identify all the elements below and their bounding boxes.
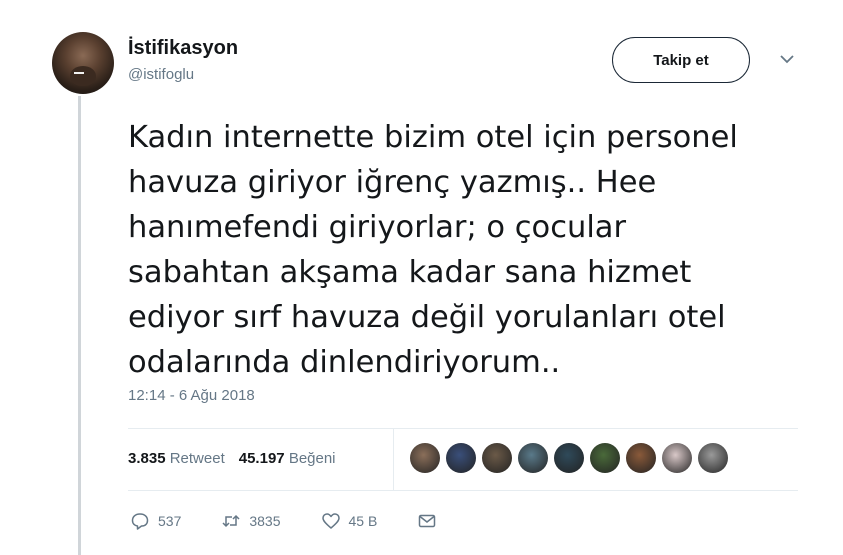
message-icon	[419, 514, 436, 528]
stats-separator	[393, 428, 394, 490]
liker-avatar[interactable]	[626, 443, 656, 473]
divider	[128, 428, 798, 429]
retweet-stat-label: Retweet	[169, 450, 225, 467]
tweet-text: Kadın internette bizim otel için persone…	[128, 115, 808, 385]
tweet-text-line: odalarında dinlendiriyorum..	[128, 345, 561, 380]
message-button[interactable]	[417, 511, 437, 531]
retweet-icon	[222, 514, 240, 528]
liker-avatar[interactable]	[518, 443, 548, 473]
like-stat[interactable]: 45.197 Beğeni	[239, 450, 336, 467]
liker-avatar[interactable]	[698, 443, 728, 473]
divider	[128, 490, 798, 491]
tweet-text-line: havuza giriyor iğrenç yazmış.. Hee	[128, 165, 657, 200]
tweet-text-line: Kadın internette bizim otel için persone…	[128, 120, 738, 155]
thread-line	[78, 96, 81, 555]
liker-avatars	[410, 443, 728, 473]
action-bar: 537 3835 45 B	[130, 511, 477, 531]
retweet-button[interactable]: 3835	[221, 511, 281, 531]
retweet-count: 3835	[249, 513, 281, 529]
avatar[interactable]	[52, 32, 114, 94]
like-stat-count: 45.197	[238, 450, 285, 467]
liker-avatar[interactable]	[482, 443, 512, 473]
liker-avatar[interactable]	[554, 443, 584, 473]
tweet-text-line: ediyor sırf havuza değil yorulanları ote…	[128, 300, 726, 335]
avatar-beard	[70, 66, 96, 86]
retweet-stat-count: 3.835	[128, 450, 166, 467]
display-name[interactable]: İstifikasyon	[128, 37, 238, 60]
liker-avatar[interactable]	[662, 443, 692, 473]
reply-icon	[131, 513, 149, 530]
engagement-stats: 3.835 Retweet 45.197 Beğeni	[128, 450, 336, 467]
timestamp[interactable]: 12:14 - 6 Ağu 2018	[128, 387, 255, 404]
liker-avatar[interactable]	[410, 443, 440, 473]
user-handle[interactable]: @istifoglu	[128, 66, 194, 83]
like-button[interactable]: 45 B	[321, 511, 378, 531]
reply-count: 537	[158, 513, 182, 529]
like-count: 45 B	[348, 513, 378, 529]
like-stat-label: Beğeni	[288, 450, 336, 467]
chevron-down-icon[interactable]	[778, 52, 796, 66]
reply-button[interactable]: 537	[130, 511, 181, 531]
tweet-text-line: sabahtan akşama kadar sana hizmet	[128, 255, 692, 290]
liker-avatar[interactable]	[446, 443, 476, 473]
avatar-detail	[74, 72, 84, 74]
follow-button[interactable]: Takip et	[612, 37, 750, 83]
liker-avatar[interactable]	[590, 443, 620, 473]
retweet-stat[interactable]: 3.835 Retweet	[128, 450, 225, 467]
like-icon	[321, 513, 340, 529]
tweet-text-line: hanımefendi giriyorlar; o çocular	[128, 210, 627, 245]
